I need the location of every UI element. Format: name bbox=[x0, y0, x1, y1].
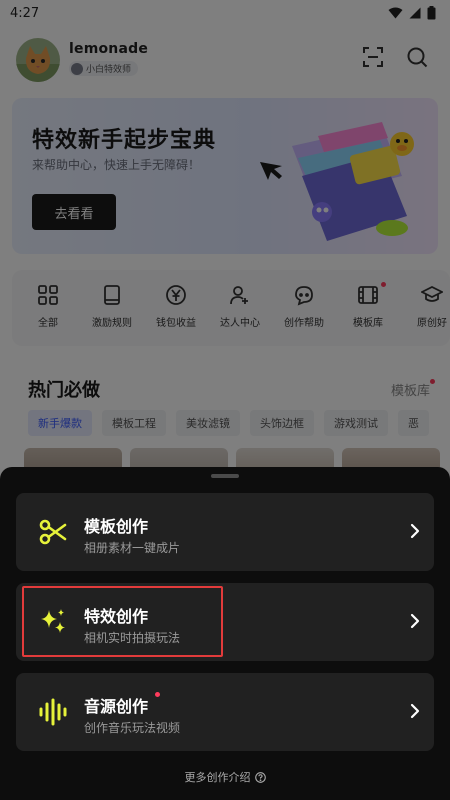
scissors-icon bbox=[36, 515, 70, 549]
option-subtitle: 相册素材一键成片 bbox=[84, 541, 181, 555]
template-creation-option[interactable]: 模板创作 相册素材一键成片 bbox=[16, 493, 434, 571]
chevron-right-icon bbox=[410, 703, 420, 719]
help-circle-icon bbox=[254, 771, 266, 783]
new-dot bbox=[155, 692, 160, 697]
selection-highlight-box bbox=[22, 586, 223, 657]
option-subtitle: 创作音乐玩法视频 bbox=[84, 721, 181, 735]
chevron-right-icon bbox=[410, 523, 420, 539]
option-title: 模板创作 bbox=[84, 517, 149, 536]
option-title: 音源创作 bbox=[84, 697, 149, 716]
sheet-drag-handle[interactable] bbox=[211, 474, 239, 478]
more-creation-info-link[interactable]: 更多创作介绍 bbox=[0, 769, 450, 785]
chevron-right-icon bbox=[410, 613, 420, 629]
audio-creation-option[interactable]: 音源创作 创作音乐玩法视频 bbox=[16, 673, 434, 751]
audio-wave-icon bbox=[36, 695, 70, 729]
more-creation-info-label: 更多创作介绍 bbox=[184, 771, 251, 784]
